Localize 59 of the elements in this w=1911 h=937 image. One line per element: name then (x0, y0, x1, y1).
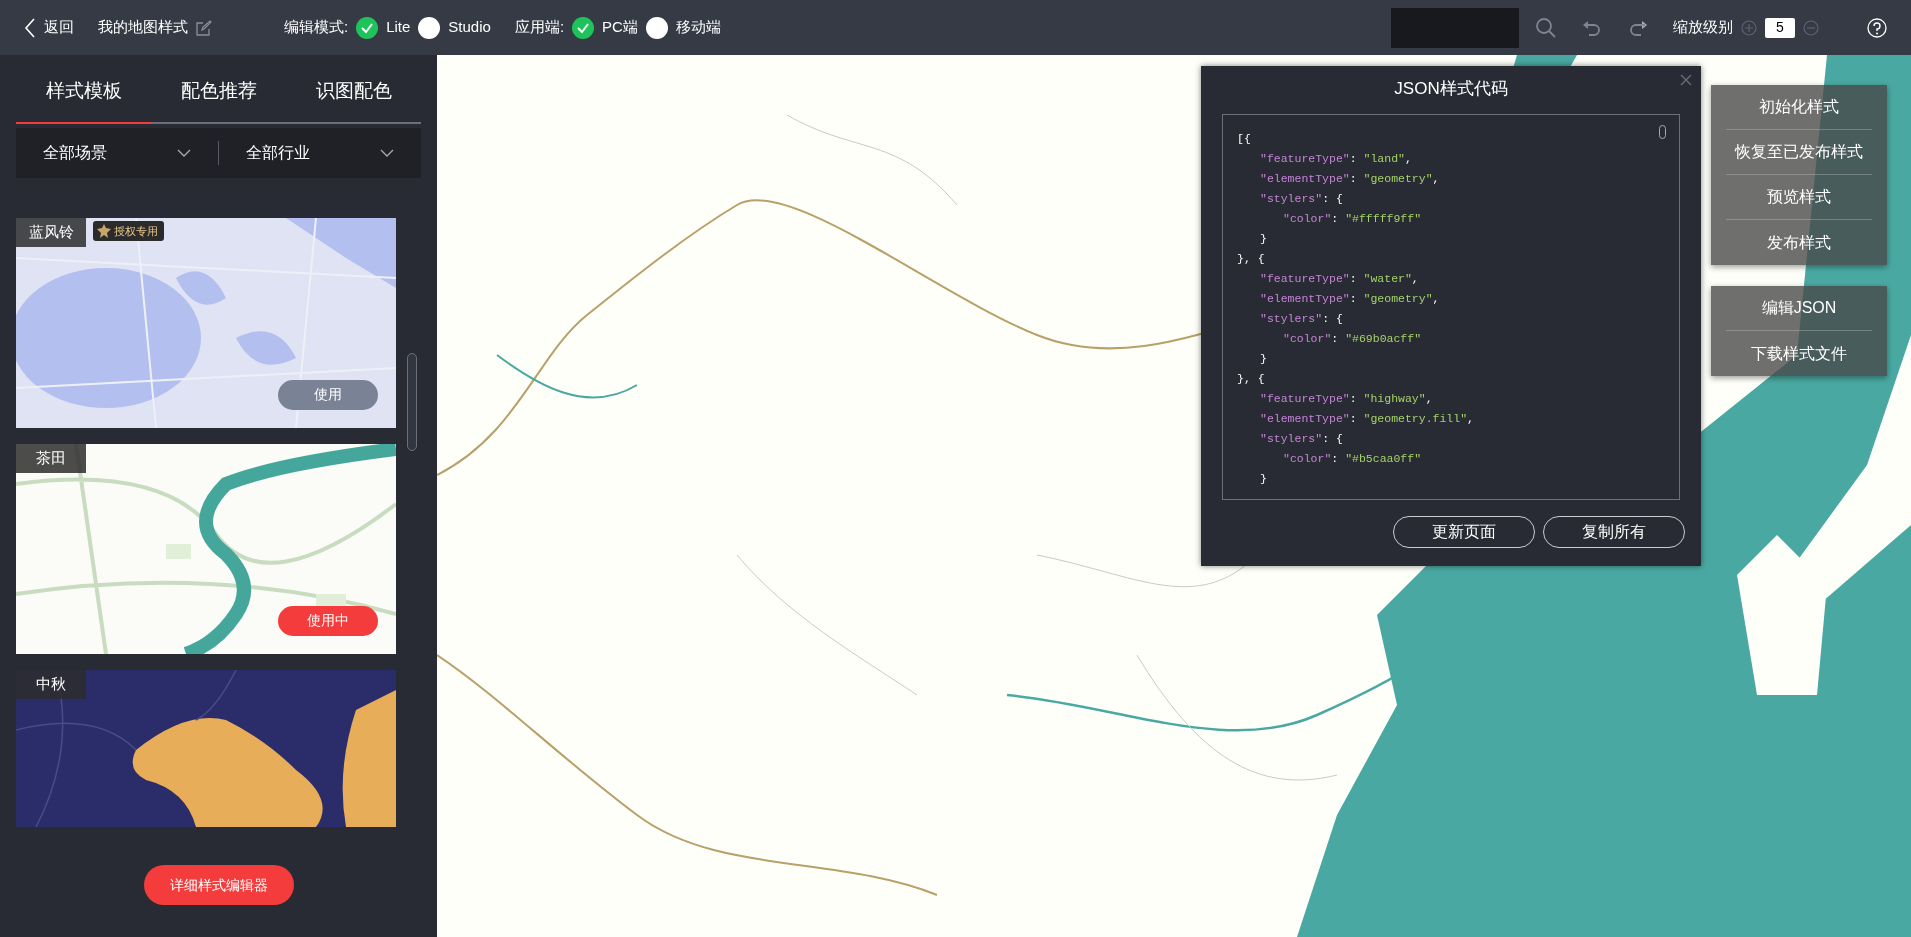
dialog-title: JSON样式代码 (1394, 79, 1508, 98)
undo-icon[interactable] (1581, 18, 1603, 37)
code-line: [{ (1237, 130, 1251, 147)
code-line: "color": "#fffff9ff" (1283, 210, 1422, 227)
back-button[interactable]: 返回 (24, 16, 74, 39)
code-line: }, { (1237, 250, 1265, 267)
zoom-level-label: 缩放级别 (1673, 17, 1733, 38)
code-line: } (1260, 350, 1267, 367)
radio-option[interactable]: PC端 (572, 16, 638, 39)
option-label: 应用端: (514, 17, 565, 38)
action-button[interactable]: 预览样式 (1726, 175, 1872, 220)
code-editor[interactable] (1222, 113, 1680, 500)
template-name: 茶田 (16, 443, 86, 473)
chevron-down-icon (380, 148, 394, 157)
code-line: "featureType": "water", (1260, 270, 1419, 287)
sidebar-tab[interactable]: 配色推荐 (151, 63, 286, 124)
license-badge: 授权专用 (93, 220, 164, 241)
close-icon[interactable] (1680, 74, 1692, 86)
code-line: "elementType": "geometry", (1260, 170, 1440, 187)
zoom-in-icon[interactable] (1741, 19, 1757, 36)
action-button[interactable]: 恢复至已发布样式 (1726, 130, 1872, 175)
radio-option[interactable]: Lite (356, 16, 411, 39)
code-line: }, { (1237, 370, 1265, 387)
code-line: "color": "#69b0acff" (1283, 330, 1422, 347)
zoom-out-icon[interactable] (1803, 19, 1819, 36)
action-button[interactable]: 编辑JSON (1726, 286, 1872, 331)
action-button[interactable]: 发布样式 (1726, 220, 1872, 265)
map-style-title: 我的地图样式 (98, 17, 188, 38)
filter-dropdown[interactable]: 全部场景 (16, 139, 218, 166)
help-icon[interactable] (1867, 17, 1887, 38)
code-line: "elementType": "geometry.fill", (1260, 410, 1474, 427)
radio-option[interactable]: 移动端 (645, 16, 721, 39)
chevron-left-icon (24, 16, 36, 39)
sidebar-tab[interactable]: 识图配色 (286, 63, 421, 124)
action-button[interactable]: 下载样式文件 (1726, 331, 1872, 376)
template-name: 中秋 (16, 669, 86, 699)
code-line: "featureType": "land", (1260, 150, 1412, 167)
code-line: } (1260, 230, 1267, 247)
search-icon[interactable] (1535, 16, 1557, 39)
search-field[interactable] (1391, 7, 1519, 48)
action-button[interactable]: 初始化样式 (1726, 85, 1872, 130)
code-line: "featureType": "highway", (1260, 390, 1433, 407)
template-name: 蓝风铃 (16, 217, 86, 247)
code-line: "stylers": { (1260, 310, 1343, 327)
style-editor-button[interactable]: 详细样式编辑器 (143, 865, 294, 905)
option-label: 编辑模式: (283, 17, 349, 38)
redo-icon[interactable] (1627, 18, 1649, 37)
edit-icon[interactable] (196, 19, 212, 36)
code-line: "color": "#b5caa0ff" (1283, 450, 1422, 467)
radio-option[interactable]: Studio (418, 16, 491, 39)
code-line: "stylers": { (1260, 190, 1343, 207)
chevron-down-icon (177, 148, 191, 157)
scrollbar[interactable] (407, 353, 417, 451)
code-line: "elementType": "geometry", (1260, 290, 1440, 307)
filter-dropdown[interactable]: 全部行业 (219, 139, 421, 166)
code-line: } (1260, 470, 1267, 487)
sidebar-tab[interactable]: 样式模板 (16, 63, 151, 124)
zoom-level-field[interactable]: 5 (1765, 17, 1795, 38)
code-line: "stylers": { (1260, 430, 1343, 447)
